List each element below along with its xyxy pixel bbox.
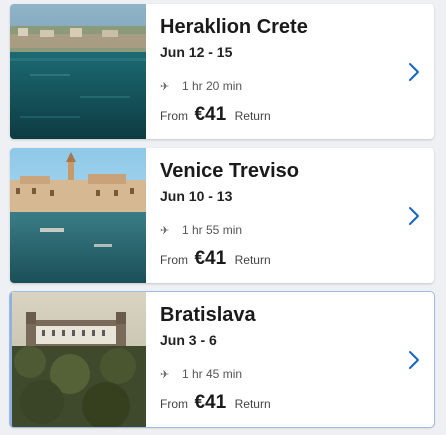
harbor-photo: [10, 4, 146, 139]
from-label: From: [160, 397, 188, 411]
plane-icon: ✈: [160, 81, 170, 93]
price-row: From €41 Return: [160, 392, 271, 414]
flight-duration-text: 1 hr 20 min: [182, 79, 243, 93]
price-amount: €41: [194, 248, 227, 269]
destination-info: Heraklion Crete Jun 12 - 15 ✈ 1 hr 20 min…: [160, 4, 394, 139]
travel-dates: Jun 3 - 6: [160, 332, 217, 348]
flight-duration-text: 1 hr 55 min: [182, 223, 243, 237]
from-label: From: [160, 109, 188, 123]
destination-card-bratislava[interactable]: Bratislava Jun 3 - 6 ✈ 1 hr 45 min From €…: [10, 292, 434, 427]
flight-duration: ✈ 1 hr 55 min: [160, 223, 242, 237]
return-label: Return: [234, 253, 271, 267]
destination-card-heraklion[interactable]: Heraklion Crete Jun 12 - 15 ✈ 1 hr 20 min…: [10, 4, 434, 139]
travel-dates: Jun 12 - 15: [160, 44, 233, 60]
destination-card-venice[interactable]: Venice Treviso Jun 10 - 13 ✈ 1 hr 55 min …: [10, 148, 434, 283]
plane-icon: ✈: [160, 225, 170, 237]
chevron-right-icon[interactable]: [408, 350, 420, 370]
price-amount: €41: [194, 392, 227, 413]
flight-duration-text: 1 hr 45 min: [182, 367, 243, 381]
canal-photo: [10, 148, 146, 283]
plane-icon: ✈: [160, 369, 170, 381]
price-row: From €41 Return: [160, 104, 271, 126]
destination-info: Bratislava Jun 3 - 6 ✈ 1 hr 45 min From €…: [160, 292, 394, 427]
flight-duration: ✈ 1 hr 45 min: [160, 367, 242, 381]
destination-city: Bratislava: [160, 304, 256, 326]
destination-info: Venice Treviso Jun 10 - 13 ✈ 1 hr 55 min …: [160, 148, 394, 283]
from-label: From: [160, 253, 188, 267]
destination-list: Heraklion Crete Jun 12 - 15 ✈ 1 hr 20 min…: [0, 0, 446, 435]
flight-duration: ✈ 1 hr 20 min: [160, 79, 242, 93]
chevron-right-icon[interactable]: [408, 206, 420, 226]
travel-dates: Jun 10 - 13: [160, 188, 233, 204]
return-label: Return: [234, 397, 271, 411]
price-row: From €41 Return: [160, 248, 271, 270]
chevron-right-icon[interactable]: [408, 62, 420, 82]
castle-photo: [10, 292, 146, 427]
return-label: Return: [234, 109, 271, 123]
price-amount: €41: [194, 104, 227, 125]
destination-city: Venice Treviso: [160, 160, 299, 182]
destination-city: Heraklion Crete: [160, 16, 308, 38]
